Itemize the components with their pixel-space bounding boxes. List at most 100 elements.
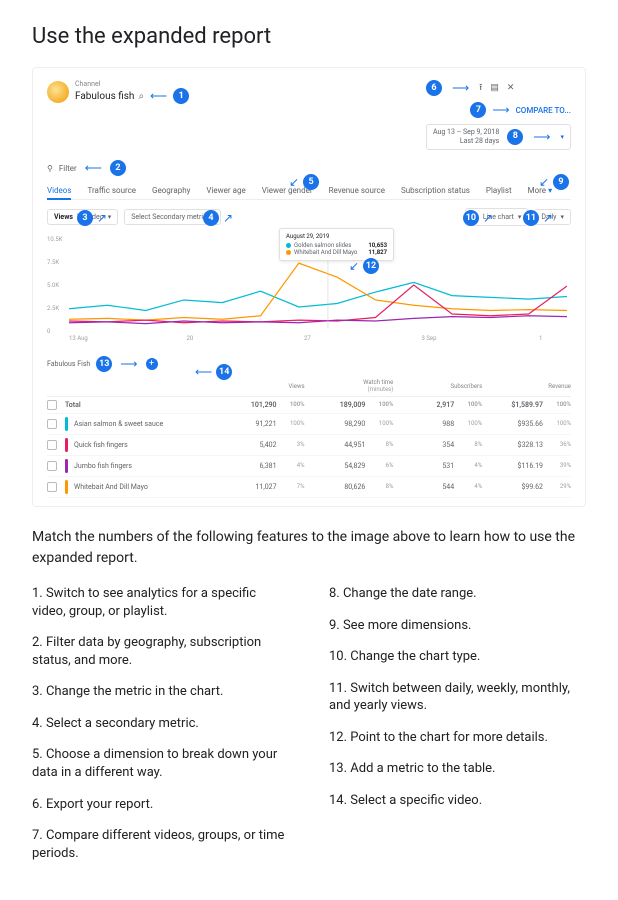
date-range-line1: Aug 13 – Sep 9, 2018	[433, 128, 499, 137]
table-row[interactable]: Jumbo fish fingers6,3814%54,8296%5314%$1…	[47, 456, 571, 477]
feedback-icon[interactable]: ▤	[490, 83, 499, 93]
row-metric: $935.66100%	[486, 420, 571, 428]
legend-item: 4. Select a secondary metric.	[32, 715, 289, 733]
row-metric: 91,221100%	[220, 420, 305, 428]
chart-area[interactable]: 10.5K7.5K5.0K2.5K0 13 Aug20273 Sep1 Augu…	[47, 232, 571, 342]
table-header-cell: Revenue	[486, 383, 571, 390]
table-header-cell: Watch time(minutes)	[309, 379, 394, 393]
x-axis-label: 1	[539, 335, 542, 342]
annotation-8: 8	[507, 129, 523, 145]
row-name: Quick fish fingers	[65, 438, 216, 452]
primary-metric-suffix: by Video	[77, 213, 104, 221]
row-checkbox[interactable]	[47, 440, 57, 450]
chevron-down-icon: ▾	[211, 213, 215, 221]
legend-item: 11. Switch between daily, weekly, monthl…	[329, 680, 586, 715]
legend-item: 9. See more dimensions.	[329, 617, 586, 635]
legend-item: 12. Point to the chart for more details.	[329, 729, 586, 747]
row-metric: 5,4023%	[220, 441, 305, 449]
y-axis-label: 2.5K	[47, 305, 59, 312]
table-row[interactable]: Whitebait And Dill Mayo11,0277%80,6268%5…	[47, 477, 571, 498]
x-axis-label: 13 Aug	[69, 335, 88, 342]
row-metric: 44,9518%	[309, 441, 394, 449]
row-metric: $116.1939%	[486, 462, 571, 470]
tab-more[interactable]: More ▾	[528, 186, 552, 195]
secondary-metric-selector[interactable]: Select Secondary metric ▾	[124, 209, 221, 225]
chevron-down-icon: ▾	[560, 133, 564, 142]
row-metric: 101,290100%	[220, 401, 305, 409]
annotation-6: 6	[426, 80, 442, 96]
granularity-selector[interactable]: Daily ▾	[534, 209, 571, 225]
tab-geography[interactable]: Geography	[152, 186, 190, 195]
line-chart-icon: 〽	[472, 212, 479, 222]
channel-label: Channel	[75, 80, 189, 88]
legend-item: 3. Change the metric in the chart.	[32, 683, 289, 701]
legend-item: 13. Add a metric to the table.	[329, 760, 586, 778]
tab-videos[interactable]: Videos	[47, 186, 71, 200]
row-name: Asian salmon & sweet sauce	[65, 417, 216, 431]
annotation-2: 2	[110, 160, 126, 176]
granularity-label: Daily	[541, 213, 556, 221]
row-checkbox[interactable]	[47, 461, 57, 471]
tab-traffic-source[interactable]: Traffic source	[87, 186, 136, 195]
legend-item: 7. Compare different videos, groups, or …	[32, 827, 289, 862]
table-row[interactable]: Total101,290100%189,009100%2,917100%$1,5…	[47, 397, 571, 414]
chart-type-label: Line chart	[483, 213, 514, 221]
tab-viewer-age[interactable]: Viewer age	[206, 186, 245, 195]
row-metric: 11,0277%	[220, 483, 305, 491]
annotation-1: 1	[173, 88, 189, 104]
row-metric: 2,917100%	[397, 401, 482, 409]
tab-subscription-status[interactable]: Subscription status	[401, 186, 470, 195]
legend-item: 10. Change the chart type.	[329, 648, 586, 666]
compare-to-button[interactable]: COMPARE TO...	[516, 106, 571, 115]
primary-metric-selector[interactable]: Views by Video ▾	[47, 209, 118, 225]
filter-icon[interactable]: ⚲	[47, 164, 53, 173]
channel-name[interactable]: Fabulous fish	[75, 91, 134, 102]
row-checkbox[interactable]	[47, 482, 57, 492]
caption-text: Match the numbers of the following featu…	[32, 527, 586, 569]
table-group-title: Fabulous Fish	[47, 360, 90, 368]
export-icon[interactable]: ⭱	[479, 80, 482, 96]
row-metric: 5444%	[397, 483, 482, 491]
row-name: Jumbo fish fingers	[65, 459, 216, 473]
x-axis-label: 27	[304, 335, 311, 342]
tab-revenue-source[interactable]: Revenue source	[329, 186, 385, 195]
legend-item: 6. Export your report.	[32, 796, 289, 814]
row-metric: $1,589.97100%	[486, 401, 571, 409]
chart-type-selector[interactable]: 〽 Line chart ▾	[465, 208, 528, 226]
row-metric: 5314%	[397, 462, 482, 470]
date-range-line2: Last 28 days	[433, 137, 499, 146]
search-icon[interactable]: ⌕	[138, 91, 144, 102]
chevron-down-icon: ▾	[518, 213, 522, 221]
tab-viewer-gender[interactable]: Viewer gender	[262, 186, 313, 195]
secondary-metric-label: Select Secondary metric	[131, 213, 206, 221]
row-checkbox[interactable]	[47, 400, 57, 410]
annotation-arrow: ⟵	[85, 162, 102, 174]
date-range-picker[interactable]: Aug 13 – Sep 9, 2018 Last 28 days 8 ⟶ ▾	[426, 124, 571, 150]
row-metric: 98,290100%	[309, 420, 394, 428]
chart-tooltip: August 29, 2019Golden salmon slides 10,6…	[279, 228, 394, 261]
annotation-arrow: ⟶	[120, 358, 137, 370]
legend-item: 1. Switch to see analytics for a specifi…	[32, 585, 289, 620]
row-metric: 54,8296%	[309, 462, 394, 470]
y-axis-label: 0	[47, 328, 50, 335]
annotation-13: 13	[96, 356, 112, 372]
table-row[interactable]: Asian salmon & sweet sauce 91,221100% 98,2…	[47, 414, 571, 435]
row-checkbox[interactable]	[47, 419, 57, 429]
tab-playlist[interactable]: Playlist	[486, 186, 512, 195]
channel-avatar[interactable]	[47, 81, 69, 103]
row-metric: $328.1336%	[486, 441, 571, 449]
row-name: Whitebait And Dill Mayo	[65, 480, 216, 494]
close-icon[interactable]: ✕	[507, 83, 515, 93]
x-axis-label: 3 Sep	[422, 335, 437, 342]
data-table: Fabulous Fish 13 ⟶ + Views Watch time(min…	[47, 356, 571, 498]
table-header-cell: Views	[220, 383, 305, 390]
add-metric-button[interactable]: +	[146, 358, 158, 370]
filter-button[interactable]: Filter	[59, 164, 77, 173]
annotation-arrow: ⟶	[533, 131, 550, 143]
x-axis-label: 20	[187, 335, 194, 342]
legend-item: 14. Select a specific video.	[329, 792, 586, 810]
table-row[interactable]: Quick fish fingers5,4023%44,9518%3548%$3…	[47, 435, 571, 456]
annotation-arrow: ⟵	[150, 90, 167, 102]
chevron-down-icon: ▾	[560, 213, 564, 221]
row-metric: 988100%	[397, 420, 482, 428]
